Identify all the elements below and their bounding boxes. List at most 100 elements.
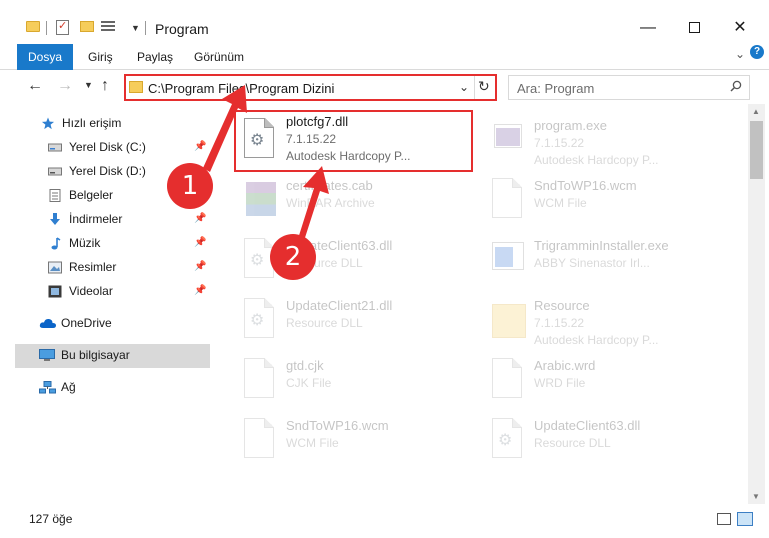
up-button[interactable]: ↑ [101,77,109,95]
sidebar-item-local-disk-c[interactable]: Yerel Disk (C:) 📌 [0,136,212,160]
file-name: certificates.cab [286,178,373,193]
archive-file-icon [244,178,278,220]
maximize-button[interactable] [671,14,717,42]
ribbon-tabs: Dosya Giriş Paylaş Görünüm ⌄ ? [0,44,769,102]
tab-view[interactable]: Görünüm [194,44,244,70]
file-type: Resource DLL [534,436,611,450]
file-item[interactable]: certificates.cab WinRAR Archive [236,172,476,230]
back-button[interactable]: ← [27,77,43,95]
file-name: UpdateClient21.dll [286,298,393,313]
star-icon [41,117,55,130]
file-icon [492,178,526,220]
item-count: 127 öğe [29,512,73,526]
divider [46,21,47,35]
forward-button[interactable]: → [57,77,73,95]
dll-file-icon: ⚙ [492,418,526,460]
file-description: Autodesk Hardcopy P... [286,149,411,163]
window-title: Program [155,21,209,37]
documents-icon [49,189,61,202]
file-item[interactable]: SndToWP16.wcm WCM File [484,172,724,230]
file-item[interactable]: ⚙ UpdateClient63.dll Resource DLL [484,412,724,470]
file-item[interactable]: ⚙ UpdateClient21.dll Resource DLL [236,292,476,350]
file-item[interactable]: SndToWP16.wcm WCM File [236,412,476,470]
navigation-bar: ← → ▼ ↑ C:\Program Files\Program Dizini … [0,70,769,104]
chevron-down-icon[interactable]: ▼ [131,23,140,33]
scroll-up-icon[interactable]: ▲ [752,107,760,116]
file-item[interactable]: Resource 7.1.15.22 Autodesk Hardcopy P..… [484,292,724,350]
file-type: ABBY Sinenastor Irl... [534,256,650,270]
expand-ribbon-icon[interactable]: ⌄ [735,47,745,61]
sidebar-item-label: Belgeler [69,188,114,202]
tab-share[interactable]: Paylaş [137,44,173,70]
details-view-icon[interactable] [717,513,731,525]
sidebar-item-label: Bu bilgisayar [61,348,130,362]
file-icon [244,418,278,460]
file-type: WinRAR Archive [286,196,375,210]
sidebar-item-this-pc[interactable]: Bu bilgisayar [15,344,210,368]
file-type: CJK File [286,376,332,390]
search-input[interactable]: Ara: Program [508,75,750,100]
pin-icon[interactable]: 📌 [194,141,206,152]
file-type: Resource DLL [286,316,363,330]
drive-icon [48,143,62,152]
sidebar-item-pictures[interactable]: Resimler 📌 [0,256,212,280]
file-description: Autodesk Hardcopy P... [534,333,659,347]
file-type: WCM File [534,196,587,210]
divider [474,76,475,99]
pin-icon[interactable]: 📌 [194,261,206,272]
pin-icon[interactable]: 📌 [194,237,206,248]
folder-icon[interactable] [26,21,40,32]
pin-icon[interactable]: 📌 [194,285,206,296]
file-name: SndToWP16.wcm [286,418,389,433]
large-icons-view-icon[interactable] [737,512,753,526]
recent-locations-icon[interactable]: ▼ [84,80,93,90]
file-name: SndToWP16.wcm [534,178,637,193]
vertical-scrollbar[interactable]: ▲ ▼ [748,104,765,504]
sidebar-item-downloads[interactable]: İndirmeler 📌 [0,208,212,232]
sidebar-item-label: İndirmeler [69,212,123,226]
customize-toolbar-icon[interactable] [101,21,115,33]
sidebar-item-quick-access[interactable]: Hızlı erişim [0,112,212,136]
sidebar-item-label: Müzik [69,236,101,250]
file-version: 7.1.15.22 [286,132,337,146]
search-placeholder: Ara: Program [517,81,595,96]
tab-home[interactable]: Giriş [88,44,113,70]
file-item[interactable]: Arabic.wrd WRD File [484,352,724,410]
file-version: 7.1.15.22 [534,136,585,150]
minimize-button[interactable]: — [625,14,671,42]
drive-icon [48,167,62,176]
scroll-down-icon[interactable]: ▼ [752,492,760,501]
download-icon [50,213,60,225]
sidebar-item-network[interactable]: Ağ [0,376,212,400]
sidebar-item-label: OneDrive [61,316,112,330]
chevron-down-icon[interactable]: ⌄ [459,80,469,94]
pin-icon[interactable]: 📌 [194,213,206,224]
sidebar-item-label: Yerel Disk (D:) [69,164,146,178]
file-item[interactable]: ⚙ plotcfg7.dll 7.1.15.22 Autodesk Hardco… [234,110,473,172]
sidebar-item-label: Yerel Disk (C:) [69,140,146,154]
file-item[interactable]: program.exe 7.1.15.22 Autodesk Hardcopy … [484,112,724,170]
help-icon[interactable]: ? [750,45,764,59]
refresh-button[interactable]: ↻ [478,78,490,95]
file-item[interactable]: gtd.cjk CJK File [236,352,476,410]
divider [145,21,146,35]
sidebar-item-videos[interactable]: Videolar 📌 [0,280,212,304]
sidebar-item-onedrive[interactable]: OneDrive [0,312,212,336]
scroll-thumb[interactable] [750,121,763,179]
search-icon [730,80,742,92]
callout-badge-two: 2 [270,234,316,280]
address-bar[interactable]: C:\Program Files\Program Dizini ⌄ ↻ [124,74,497,101]
file-version: 7.1.15.22 [534,316,585,330]
sidebar-item-music[interactable]: Müzik 📌 [0,232,212,256]
close-button[interactable]: ✕ [717,14,763,42]
file-description: Autodesk Hardcopy P... [534,153,659,167]
address-path[interactable]: C:\Program Files\Program Dizini [148,81,334,96]
new-folder-icon[interactable] [80,21,94,32]
pictures-icon [48,261,62,274]
file-name: TrigramminInstaller.exe [534,238,669,253]
file-item[interactable]: TrigramminInstaller.exe ABBY Sinenastor … [484,232,724,290]
file-type: WCM File [286,436,339,450]
exe-file-icon [492,238,526,280]
callout-badge-one: 1 [167,163,213,209]
properties-icon[interactable] [56,19,69,35]
